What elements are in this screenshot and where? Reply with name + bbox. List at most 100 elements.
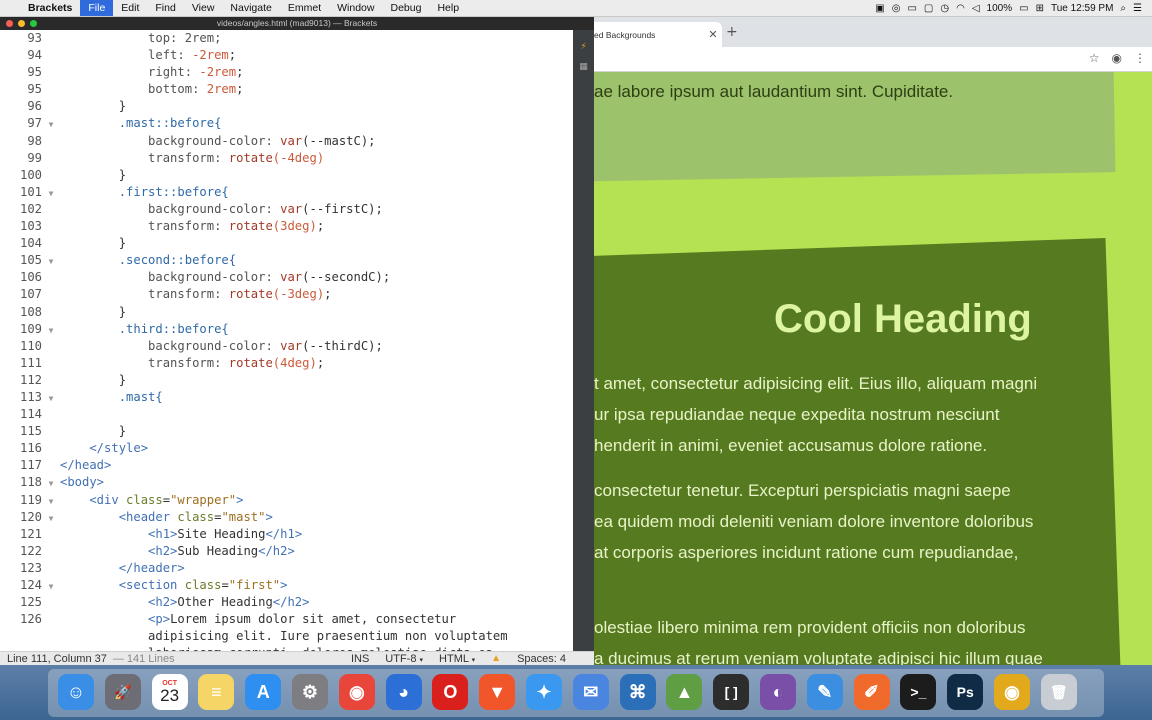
linter-warning-icon[interactable]: ▲ — [491, 653, 501, 664]
code-line[interactable]: 107 transform: rotate(-3deg); — [0, 286, 573, 303]
menu-emmet[interactable]: Emmet — [280, 0, 329, 16]
notification-center-icon[interactable]: ☰ — [1133, 3, 1142, 14]
code-line[interactable]: 105 ▼ .second::before{ — [0, 252, 573, 269]
input-source-icon[interactable]: ⊞ — [1036, 3, 1044, 14]
code-line[interactable]: 103 transform: rotate(3deg); — [0, 218, 573, 235]
fold-toggle-icon[interactable]: ▼ — [42, 253, 60, 270]
zoom-window-button[interactable] — [30, 20, 37, 27]
wifi-icon[interactable]: ◠ — [956, 3, 965, 14]
firefox-icon[interactable]: ◕ — [385, 674, 422, 710]
minimize-window-button[interactable] — [18, 20, 25, 27]
code-line[interactable]: 95 bottom: 2rem; — [0, 81, 573, 98]
close-window-button[interactable] — [6, 20, 13, 27]
chrome-icon[interactable]: ◉ — [338, 674, 375, 710]
android-studio-icon[interactable]: ▲ — [666, 674, 703, 710]
terminal-icon[interactable]: >_ — [900, 674, 937, 710]
code-line[interactable]: 109 ▼ .third::before{ — [0, 321, 573, 338]
screen-icon[interactable]: ▢ — [924, 3, 933, 14]
browser-tab[interactable]: ed Backgrounds ✕ — [594, 22, 722, 47]
trash-icon[interactable]: 🗑 — [1040, 674, 1077, 710]
code-line[interactable]: 101 ▼ .first::before{ — [0, 184, 573, 201]
code-line[interactable]: 113 ▼ .mast{ — [0, 389, 573, 406]
code-line[interactable]: 94 left: -2rem; — [0, 47, 573, 64]
launchpad-icon[interactable]: 🚀 — [104, 674, 141, 710]
live-preview-icon[interactable]: ⚡ — [580, 42, 586, 52]
volume-icon[interactable]: ◁ — [972, 3, 980, 14]
fold-toggle-icon[interactable]: ▼ — [42, 578, 60, 595]
finder-icon[interactable]: ☺ — [58, 674, 94, 710]
code-line[interactable]: 99 transform: rotate(-4deg) — [0, 150, 573, 167]
menu-help[interactable]: Help — [429, 0, 467, 16]
fold-toggle-icon[interactable]: ▼ — [42, 322, 60, 339]
battery-percent[interactable]: 100% — [987, 3, 1013, 14]
code-line[interactable]: 97 ▼ .mast::before{ — [0, 115, 573, 132]
code-line[interactable]: 115 } — [0, 423, 573, 440]
app-menu-name[interactable]: Brackets — [26, 2, 80, 14]
paw-icon[interactable]: ✐ — [853, 674, 890, 710]
code-line[interactable]: 96 } — [0, 98, 573, 115]
menu-debug[interactable]: Debug — [382, 0, 429, 16]
cursor-position[interactable]: Line 111, Column 37 — [0, 653, 107, 665]
spotlight-icon[interactable]: ⌕ — [1120, 3, 1126, 14]
safari-icon[interactable]: ✦ — [526, 674, 562, 710]
code-line[interactable]: 95 right: -2rem; — [0, 64, 573, 81]
fold-toggle-icon[interactable]: ▼ — [42, 116, 60, 133]
code-line[interactable]: 118 ▼ <body> — [0, 474, 573, 491]
code-line[interactable]: adipisicing elit. Iure praesentium non v… — [0, 628, 573, 645]
chrome-canary-icon[interactable]: ◉ — [994, 674, 1030, 710]
insert-mode[interactable]: INS — [351, 653, 369, 665]
encoding-select[interactable]: UTF-8 ▾ — [385, 653, 423, 665]
code-line[interactable]: 125 <h2>Other Heading</h2> — [0, 594, 573, 611]
more-menu-icon[interactable]: ⋮ — [1134, 51, 1146, 65]
code-line[interactable]: 106 background-color: var(--secondC); — [0, 269, 573, 286]
menu-window[interactable]: Window — [329, 0, 382, 16]
extension-manager-icon[interactable]: ▦ — [579, 62, 588, 72]
tweetbot-icon[interactable]: ✉ — [572, 674, 609, 710]
menu-edit[interactable]: Edit — [113, 0, 147, 16]
code-line[interactable]: 120 ▼ <header class="mast"> — [0, 509, 573, 526]
fold-toggle-icon[interactable]: ▼ — [42, 475, 60, 492]
display-icon[interactable]: ▭ — [907, 3, 916, 14]
creative-cloud-icon[interactable]: ◎ — [892, 3, 901, 14]
battery-icon[interactable]: ▭ — [1019, 3, 1028, 14]
brave-icon[interactable]: ▼ — [479, 674, 516, 710]
code-line[interactable]: 124 ▼ <section class="first"> — [0, 577, 573, 594]
code-line[interactable]: 112 } — [0, 372, 573, 389]
app-store-icon[interactable]: A — [245, 674, 282, 710]
code-line[interactable]: 104 } — [0, 235, 573, 252]
code-line[interactable]: 119 ▼ <div class="wrapper"> — [0, 492, 573, 509]
code-line[interactable]: 114 — [0, 406, 573, 423]
code-line[interactable]: 122 <h2>Sub Heading</h2> — [0, 543, 573, 560]
new-tab-icon[interactable]: + — [726, 24, 738, 40]
code-line[interactable]: 108 } — [0, 304, 573, 321]
language-select[interactable]: HTML ▾ — [439, 653, 475, 665]
clock[interactable]: Tue 12:59 PM — [1051, 3, 1113, 14]
code-line[interactable]: 111 transform: rotate(4deg); — [0, 355, 573, 372]
menu-file[interactable]: File — [80, 0, 114, 16]
code-editor[interactable]: 93 top: 2rem; 94 left: -2rem; 95 right: -2… — [0, 30, 573, 652]
github-desktop-icon[interactable]: ◐ — [760, 674, 796, 710]
code-line[interactable]: 98 background-color: var(--mastC); — [0, 133, 573, 150]
fold-toggle-icon[interactable]: ▼ — [42, 185, 60, 202]
profile-icon[interactable]: ◉ — [1112, 51, 1122, 65]
photoshop-icon[interactable]: Ps — [947, 674, 984, 710]
calendar-icon[interactable]: OCT 23 — [151, 674, 188, 710]
indent-spaces[interactable]: Spaces: 4 — [517, 653, 566, 665]
code-line[interactable]: 123 </header> — [0, 560, 573, 577]
fold-toggle-icon[interactable]: ▼ — [42, 390, 60, 407]
code-line[interactable]: 121 <h1>Site Heading</h1> — [0, 526, 573, 543]
menu-view[interactable]: View — [184, 0, 223, 16]
page-viewport[interactable]: ae labore ipsum aut laudantium sint. Cup… — [594, 72, 1152, 665]
opera-icon[interactable]: O — [432, 674, 469, 710]
system-preferences-icon[interactable]: ⚙ — [292, 674, 328, 710]
code-line[interactable]: 93 top: 2rem; — [0, 30, 573, 47]
code-line[interactable]: 116 </style> — [0, 440, 573, 457]
code-line[interactable]: 117 </head> — [0, 457, 573, 474]
timemachine-icon[interactable]: ◷ — [940, 3, 949, 14]
code-line[interactable]: 102 background-color: var(--firstC); — [0, 201, 573, 218]
fold-toggle-icon[interactable]: ▼ — [42, 493, 60, 510]
fold-toggle-icon[interactable]: ▼ — [42, 510, 60, 527]
code-line[interactable]: 126 <p>Lorem ipsum dolor sit amet, conse… — [0, 611, 573, 628]
menu-find[interactable]: Find — [147, 0, 183, 16]
menu-navigate[interactable]: Navigate — [222, 0, 279, 16]
